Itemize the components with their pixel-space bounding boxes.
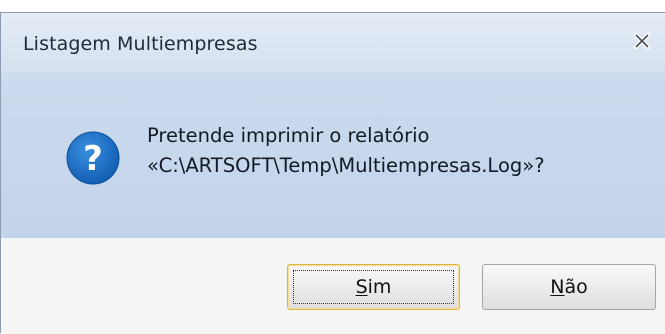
dialog-title: Listagem Multiempresas — [23, 33, 258, 55]
yes-button-label: im — [367, 276, 392, 298]
yes-button-mnemonic: S — [355, 276, 368, 298]
dialog-window: Listagem Multiempresas ? Pretende imprim… — [0, 12, 665, 334]
dialog-footer: Sim Não — [1, 238, 665, 334]
yes-button[interactable]: Sim — [287, 264, 460, 310]
no-button[interactable]: Não — [482, 264, 656, 310]
message-line-1: Pretende imprimir o relatório — [147, 124, 430, 147]
question-glyph: ? — [83, 139, 103, 179]
dialog-content: ? Pretende imprimir o relatório «C:\ARTS… — [1, 73, 665, 238]
message-line-2: «C:\ARTSOFT\Temp\Multiempresas.Log»? — [147, 154, 545, 177]
no-button-mnemonic: N — [550, 276, 565, 298]
close-icon[interactable] — [632, 31, 652, 51]
dialog-titlebar[interactable]: Listagem Multiempresas — [1, 13, 665, 73]
question-icon: ? — [66, 131, 120, 185]
no-button-label: ão — [564, 276, 588, 298]
dialog-message: Pretende imprimir o relatório «C:\ARTSOF… — [147, 121, 545, 181]
